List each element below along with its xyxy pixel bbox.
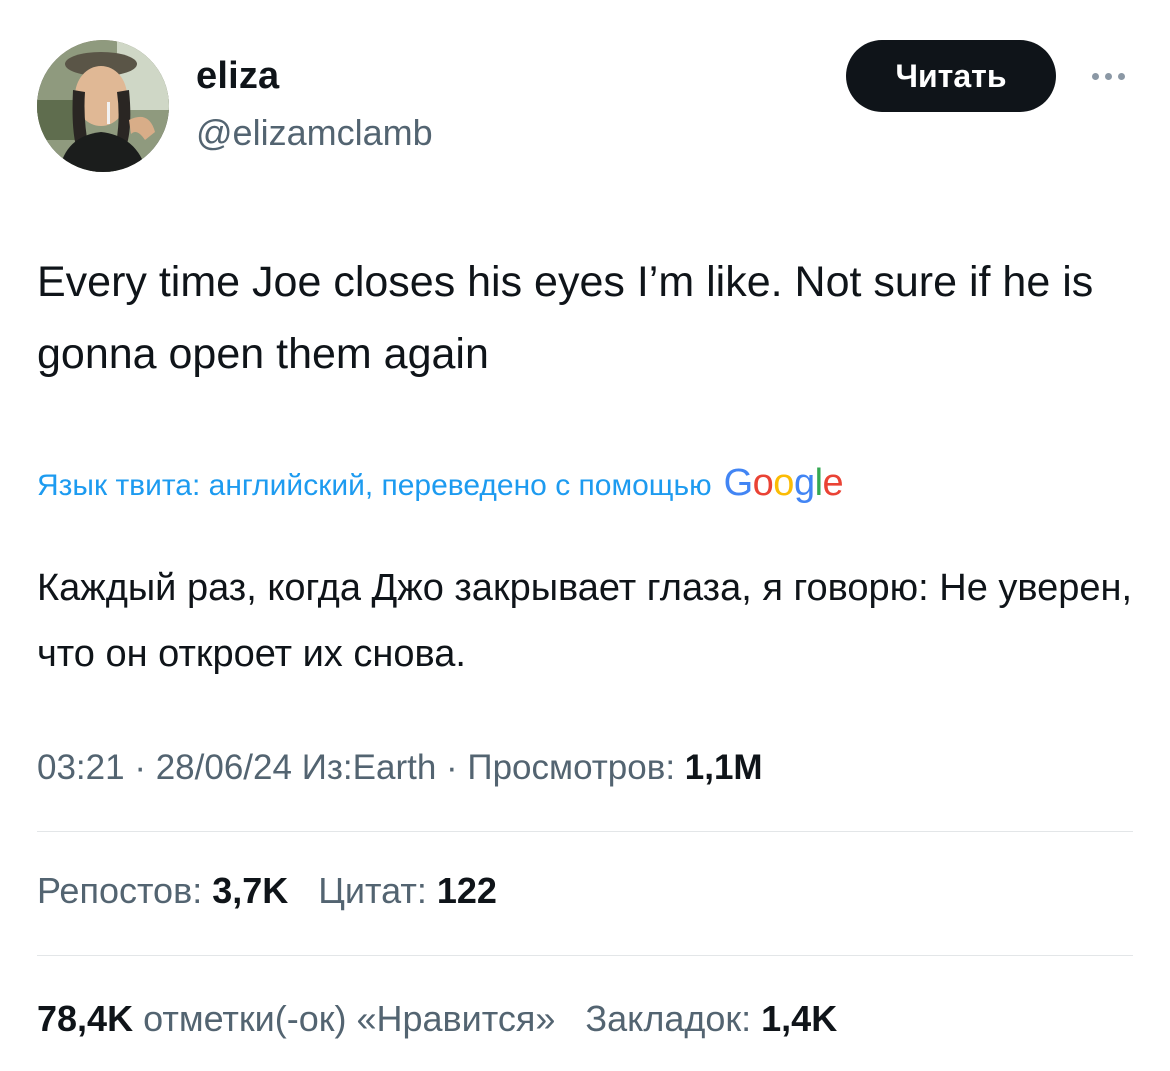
divider <box>37 831 1133 832</box>
reposts-count: 3,7K <box>212 870 289 911</box>
dot <box>1117 72 1125 80</box>
bookmarks-count: 1,4K <box>761 998 838 1039</box>
bookmarks-stat[interactable]: Закладок: 1,4K <box>585 998 837 1039</box>
tweet-date[interactable]: 28/06/24 <box>156 748 292 787</box>
separator: · <box>446 748 468 787</box>
quotes-stat[interactable]: Цитат: 122 <box>318 870 497 911</box>
quotes-count: 122 <box>436 870 497 911</box>
translated-text: Каждый раз, когда Джо закрывает глаза, я… <box>37 567 1133 675</box>
quotes-label: Цитат: <box>318 870 427 911</box>
google-logo: Google <box>723 462 844 504</box>
user-name[interactable]: eliza <box>196 55 279 98</box>
avatar[interactable] <box>37 40 169 172</box>
translation-note-text[interactable]: Язык твита: английский, переведено с пом… <box>37 469 712 503</box>
translation-note[interactable]: Язык твита: английский, переведено с пом… <box>37 462 1147 505</box>
avatar-image <box>37 40 169 172</box>
more-dots-icon[interactable] <box>1080 58 1136 94</box>
tweet-meta: 03:21 · 28/06/24 Из:Earth · Просмотров: … <box>37 748 763 788</box>
separator: · <box>134 748 156 787</box>
dot <box>1091 72 1099 80</box>
views-label: Просмотров: <box>467 748 676 787</box>
bookmarks-label: Закладок: <box>585 998 752 1039</box>
likes-stat[interactable]: 78,4K отметки(-ок) «Нравится» <box>37 998 565 1039</box>
follow-button[interactable]: Читать <box>846 40 1056 112</box>
views-count: 1,1M <box>684 748 763 787</box>
divider <box>37 955 1133 956</box>
tweet-source: Из:Earth <box>301 748 437 787</box>
reposts-stat[interactable]: Репостов: 3,7K <box>37 870 298 911</box>
dot <box>1104 72 1112 80</box>
tweet-time[interactable]: 03:21 <box>37 748 125 787</box>
reposts-label: Репостов: <box>37 870 203 911</box>
likes-count: 78,4K <box>37 998 134 1039</box>
repost-quote-stats: Репостов: 3,7K Цитат: 122 <box>37 870 497 912</box>
like-bookmark-stats: 78,4K отметки(-ок) «Нравится» Закладок: … <box>37 998 837 1040</box>
user-handle[interactable]: @elizamclamb <box>196 112 433 154</box>
tweet-text: Every time Joe closes his eyes I’m like.… <box>37 258 1094 378</box>
likes-label: отметки(-ок) «Нравится» <box>143 998 556 1039</box>
